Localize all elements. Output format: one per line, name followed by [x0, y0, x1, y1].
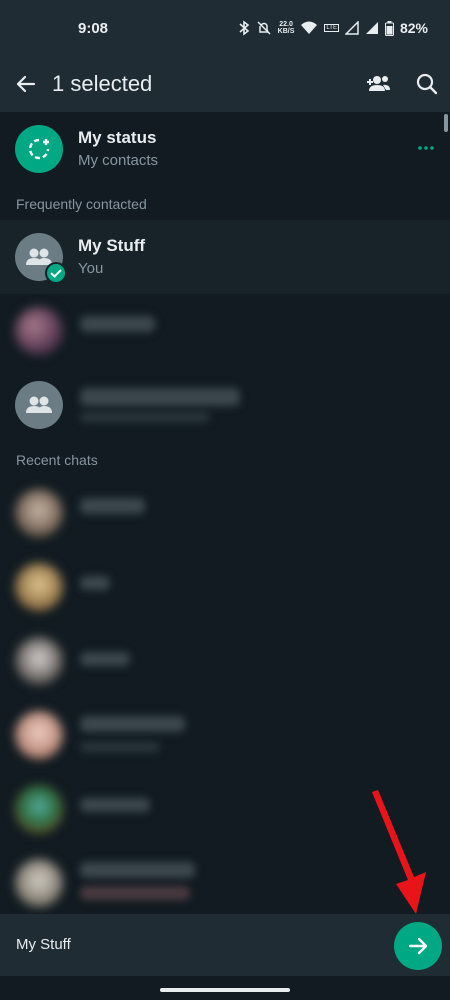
selection-bar: My Stuff	[0, 914, 450, 976]
avatar	[15, 307, 63, 355]
net-speed: 22.0 KB/S	[277, 21, 295, 35]
avatar	[15, 637, 63, 685]
contact-row[interactable]	[0, 294, 450, 368]
wifi-icon	[301, 21, 318, 34]
back-arrow-icon[interactable]	[12, 70, 40, 98]
search-icon[interactable]	[413, 70, 441, 98]
status-bar: 9:08 22.0 KB/S LTE 82%	[0, 0, 450, 56]
bluetooth-icon	[239, 20, 249, 36]
clock: 9:08	[78, 19, 109, 37]
status-avatar	[15, 125, 63, 173]
chat-row[interactable]	[0, 624, 450, 698]
arrow-right-icon	[408, 937, 428, 955]
avatar	[15, 489, 63, 537]
battery-percent: 82%	[399, 20, 428, 36]
blurred-subtitle	[80, 742, 160, 752]
status-icons: 22.0 KB/S LTE 82%	[238, 20, 428, 36]
blurred-name	[80, 388, 240, 406]
chat-row[interactable]	[0, 476, 450, 550]
contact-row[interactable]	[0, 368, 450, 442]
blurred-name	[80, 316, 155, 332]
page-title: 1 selected	[52, 71, 153, 96]
section-header-recent: Recent chats	[16, 452, 98, 468]
chat-row[interactable]	[0, 550, 450, 624]
battery-icon	[384, 20, 394, 36]
home-gesture-pill[interactable]	[160, 988, 290, 992]
lte-badge: LTE	[324, 24, 339, 32]
avatar	[15, 785, 63, 833]
more-horizontal-icon[interactable]	[416, 138, 436, 158]
blurred-name	[80, 576, 110, 590]
blurred-name	[80, 716, 185, 732]
mute-icon	[257, 21, 271, 35]
contact-subtitle: You	[78, 260, 104, 277]
navigation-bar	[0, 976, 450, 1000]
blurred-subtitle	[80, 886, 190, 900]
avatar	[15, 859, 63, 907]
selected-check-icon	[45, 262, 67, 284]
signal-icon	[365, 22, 378, 34]
chat-row[interactable]	[0, 698, 450, 772]
status-title: My status	[78, 128, 157, 147]
group-icon	[26, 396, 52, 413]
annotation-arrow	[372, 790, 426, 914]
group-avatar	[15, 381, 63, 429]
avatar	[15, 711, 63, 759]
send-button[interactable]	[394, 922, 442, 970]
add-status-icon	[28, 138, 50, 160]
my-status-row[interactable]: My status My contacts	[0, 112, 450, 186]
blurred-name	[80, 498, 145, 514]
blurred-name	[80, 652, 130, 666]
blurred-name	[80, 862, 195, 878]
signal-icon	[344, 21, 359, 35]
selected-names: My Stuff	[16, 936, 71, 953]
status-privacy: My contacts	[78, 152, 159, 169]
add-group-icon[interactable]	[365, 70, 393, 98]
blurred-name	[80, 798, 150, 812]
app-bar: 1 selected	[0, 56, 450, 112]
avatar	[15, 563, 63, 611]
blurred-subtitle	[80, 412, 210, 422]
contact-row-selected[interactable]: My Stuff You	[0, 220, 450, 294]
section-header-frequent: Frequently contacted	[16, 196, 147, 212]
contact-name: My Stuff	[78, 236, 146, 255]
